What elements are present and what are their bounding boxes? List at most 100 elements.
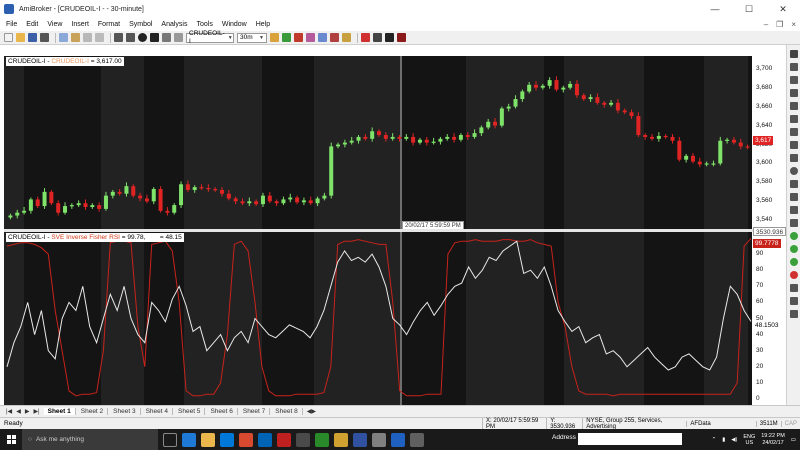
menu-edit[interactable]: Edit (26, 21, 38, 28)
rectangle-icon[interactable] (789, 154, 798, 162)
regression-icon[interactable] (789, 297, 798, 305)
amibroker-taskbar-icon[interactable] (334, 432, 348, 447)
line-tool-icon[interactable] (385, 33, 394, 42)
price-chart[interactable] (4, 56, 786, 229)
color-picker-icon[interactable] (361, 33, 370, 42)
edge-icon[interactable] (182, 432, 196, 447)
pen-icon[interactable] (373, 33, 382, 42)
cycle-icon[interactable] (789, 219, 798, 227)
app-red-icon[interactable] (277, 432, 291, 447)
notification-icon[interactable]: ▭ (791, 437, 796, 443)
menu-window[interactable]: Window (222, 21, 247, 28)
scroll-icon[interactable] (306, 33, 315, 42)
layout-icon[interactable] (330, 33, 339, 42)
trendline-icon[interactable] (789, 63, 798, 71)
tab-sheet-1[interactable]: Sheet 1 (43, 408, 76, 415)
ellipse-icon[interactable] (789, 167, 798, 175)
folder-icon[interactable] (342, 33, 351, 42)
prev-sheet-icon[interactable]: ◀ (16, 408, 21, 415)
interval-selector[interactable]: 30m ▼ (237, 32, 267, 43)
chart-style-icon[interactable] (174, 33, 183, 42)
indicator-icon[interactable] (318, 33, 327, 42)
doc-minimize-icon[interactable]: – (764, 20, 768, 29)
cursor-icon[interactable] (789, 50, 798, 58)
fibonacci-icon[interactable] (789, 128, 798, 136)
store-icon[interactable] (220, 432, 234, 447)
tab-sheet-3[interactable]: Sheet 3 (109, 408, 141, 415)
address-input[interactable] (578, 433, 682, 445)
horizontal-line-icon[interactable] (789, 89, 798, 97)
tab-sheet-4[interactable]: Sheet 4 (142, 408, 174, 415)
indicator-chart[interactable] (4, 232, 786, 405)
maximize-button[interactable]: ☐ (732, 0, 766, 18)
start-button[interactable] (0, 429, 22, 450)
info-icon[interactable] (138, 33, 147, 42)
chart-type-icon[interactable] (162, 33, 171, 42)
save-icon[interactable] (28, 33, 37, 42)
tab-sheet-7[interactable]: Sheet 7 (239, 408, 271, 415)
app-blue-icon[interactable] (353, 432, 367, 447)
symbol-selector[interactable]: CRUDEOIL-I ▼ (186, 30, 234, 45)
zoom-in-icon[interactable] (270, 33, 279, 42)
bullet-icon[interactable] (294, 33, 303, 42)
cover-arrow-icon[interactable] (789, 258, 798, 266)
text-icon[interactable] (789, 193, 798, 201)
print-icon[interactable] (40, 33, 49, 42)
network-icon[interactable]: ▮ (722, 437, 725, 443)
first-sheet-icon[interactable]: |◀ (6, 408, 12, 415)
andrews-pitchfork-icon[interactable] (789, 284, 798, 292)
next-sheet-icon[interactable]: ▶ (25, 408, 30, 415)
indicator-pane[interactable]: 0 10 20 30 40 50 60 70 80 90 CRUDEOIL-I - SVE Inv… (4, 227, 787, 405)
language-indicator[interactable]: ENG US (743, 434, 755, 446)
channel-icon[interactable] (789, 115, 798, 123)
tab-sheet-5[interactable]: Sheet 5 (174, 408, 206, 415)
tab-sheet-6[interactable]: Sheet 6 (206, 408, 238, 415)
taskbar-search[interactable]: ○ Ask me anything (22, 429, 158, 450)
menu-view[interactable]: View (47, 21, 62, 28)
redo-icon[interactable] (126, 33, 135, 42)
volume-icon[interactable]: ◀) (731, 437, 737, 443)
sheet-scroll-icon[interactable]: ◀▶ (307, 408, 316, 415)
tab-sheet-8[interactable]: Sheet 8 (271, 408, 303, 415)
price-pane[interactable]: 3,5403,5603,5803,6003,6203,6403,6603,680… (4, 56, 786, 230)
open-icon[interactable] (16, 33, 25, 42)
magnet-icon[interactable] (397, 33, 406, 42)
word-icon[interactable] (391, 432, 405, 447)
notepad-icon[interactable] (410, 432, 424, 447)
gann-icon[interactable] (789, 141, 798, 149)
app-grey-icon[interactable] (372, 432, 386, 447)
chrome-icon[interactable] (239, 432, 253, 447)
menu-help[interactable]: Help (256, 21, 270, 28)
undo-icon[interactable] (114, 33, 123, 42)
tab-sheet-2[interactable]: Sheet 2 (77, 408, 109, 415)
sell-arrow-icon[interactable] (789, 245, 798, 253)
menu-format[interactable]: Format (98, 21, 120, 28)
menu-symbol[interactable]: Symbol (129, 21, 152, 28)
excel-icon[interactable] (315, 432, 329, 447)
chevron-up-icon[interactable]: ⌃ (712, 437, 717, 443)
menu-tools[interactable]: Tools (197, 21, 213, 28)
minimize-button[interactable]: — (698, 0, 732, 18)
clock[interactable]: 19:22 PM 24/02/17 (761, 433, 785, 447)
last-sheet-icon[interactable]: ▶| (33, 408, 39, 415)
task-view-icon[interactable] (163, 432, 177, 447)
arrow-icon[interactable] (789, 206, 798, 214)
delete-drawing-icon[interactable] (789, 310, 798, 318)
paste-icon[interactable] (71, 33, 80, 42)
doc-restore-icon[interactable]: ❐ (776, 20, 783, 29)
ray-icon[interactable] (789, 76, 798, 84)
copy-icon[interactable] (59, 33, 68, 42)
settings-icon[interactable] (296, 432, 310, 447)
menu-insert[interactable]: Insert (71, 21, 89, 28)
file-explorer-icon[interactable] (201, 432, 215, 447)
new-icon[interactable] (4, 33, 13, 42)
mail-icon[interactable] (258, 432, 272, 447)
menu-file[interactable]: File (6, 21, 17, 28)
export-icon[interactable] (95, 33, 104, 42)
arc-icon[interactable] (789, 180, 798, 188)
vertical-line-icon[interactable] (789, 102, 798, 110)
short-arrow-icon[interactable] (789, 271, 798, 279)
menu-analysis[interactable]: Analysis (161, 21, 187, 28)
cut-icon[interactable] (83, 33, 92, 42)
zoom-out-icon[interactable] (282, 33, 291, 42)
